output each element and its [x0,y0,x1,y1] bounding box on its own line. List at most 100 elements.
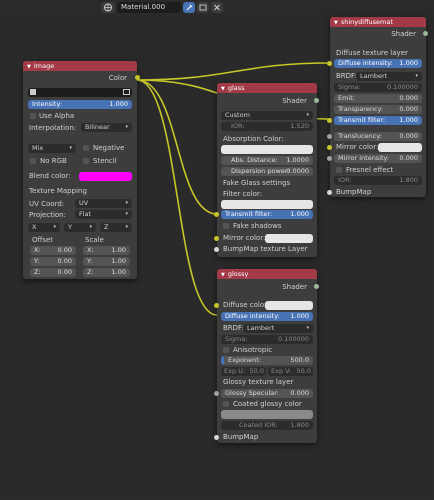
collapse-icon[interactable]: ▼ [221,86,225,92]
projection-dropdown[interactable]: Flat ▾ [75,210,132,219]
mapping-x-dropdown[interactable]: X ▾ [28,223,60,232]
blend-mode-dropdown[interactable]: Mix ▾ [28,144,76,153]
sigma-field[interactable]: Sigma: 0.100000 [334,83,422,92]
mapping-y-dropdown[interactable]: Y ▾ [64,223,96,232]
mirror-intensity-socket[interactable] [327,156,332,161]
brdf-dropdown[interactable]: Lambert ▾ [356,72,422,81]
chevron-down-icon: ▾ [53,224,56,230]
image-node[interactable]: ▼ Image Color Intensity: 1.000 Use Alpha I… [23,61,140,279]
glossy-layer-label: Glossy texture layer [223,378,294,386]
scale-x-field[interactable]: X: 1.00 [83,246,130,255]
diffuse-color-swatch[interactable] [265,301,313,310]
diffuse-intensity-slider[interactable]: Diffuse intensity: 1.000 [221,312,313,321]
offset-z-field[interactable]: Z: 0.00 [30,268,76,277]
shinydiffusemat-node-header[interactable]: ▼ shinydiffusemat [330,17,426,27]
stencil-label: Stencil [93,157,117,165]
exp-u-field[interactable]: Exp U: 50.0 [221,367,266,376]
glossy-node-header[interactable]: ▼ glossy [217,269,317,279]
diffuse-intensity-socket[interactable] [327,61,332,66]
coated-ior-field[interactable]: Coated IOR: 1.800 [221,421,313,430]
blend-color-label: Blend color: [29,172,71,180]
diffuse-layer-label: Diffuse texture layer [336,49,408,57]
color-output-label: Color [108,74,127,82]
exponent-field[interactable]: Exponent: 500.0 [221,356,313,365]
shader-output-label: Shader [282,97,307,105]
negative-checkbox[interactable] [83,145,89,151]
material-name-field[interactable]: Material.000 [117,2,181,13]
shiny-ior-field[interactable]: IOR: 1.800 [334,176,422,185]
translucency-socket[interactable] [327,134,332,139]
chevron-down-icon: ▾ [125,124,128,130]
abs-distance-field[interactable]: Abs. Distance: 1.0000 [221,156,313,165]
intensity-slider[interactable]: Intensity: 1.000 [28,100,132,109]
folder-icon[interactable] [123,89,130,95]
brdf-label: BRDF: [336,72,357,80]
uv-coord-dropdown[interactable]: UV ▾ [75,199,132,208]
glossy-specular-field[interactable]: Glossy Specular: 0.000 [221,389,313,398]
offset-y-field[interactable]: Y: 0.00 [30,257,76,266]
collapse-icon[interactable]: ▼ [334,20,338,26]
glass-node[interactable]: ▼ glass Shader Custom ▾ IOR: 1.520 Absorpti… [214,83,319,257]
exp-v-field[interactable]: Exp V: 50.0 [268,367,313,376]
diffuse-intensity-slider[interactable]: Diffuse intensity: 1.000 [334,59,422,68]
transmit-filter-slider[interactable]: Transmit filter: 1.000 [334,116,422,125]
collapse-icon[interactable]: ▼ [27,64,31,70]
texture-mapping-label: Texture Mapping [29,187,87,195]
scale-label: Scale [85,236,104,244]
glass-preset-dropdown[interactable]: Custom ▾ [221,111,313,120]
sigma-field[interactable]: Sigma: 0.100000 [221,335,313,344]
glossy-node[interactable]: ▼ glossy Shader Diffuse color: Diffuse in… [214,269,319,443]
shader-output-socket[interactable] [423,31,428,36]
glossy-specular-socket[interactable] [214,391,219,396]
emit-field[interactable]: Emit: 0.000 [334,94,422,103]
use-alpha-checkbox[interactable] [30,113,36,119]
fake-shadows-label: Fake shadows [233,222,282,230]
mirror-color-swatch[interactable] [265,234,313,243]
pin-icon[interactable] [183,2,195,13]
stencil-checkbox[interactable] [83,158,89,164]
glass-node-header[interactable]: ▼ glass [217,83,317,93]
scale-y-field[interactable]: Y: 1.00 [83,257,130,266]
interpolation-label: Interpolation: [29,124,77,132]
shader-output-socket[interactable] [314,98,319,103]
transmit-filter-socket[interactable] [214,212,219,217]
no-rgb-checkbox[interactable] [30,158,36,164]
uv-coord-label: UV Coord: [29,200,65,208]
interpolation-dropdown[interactable]: Bilinear ▾ [81,123,132,132]
dispersion-power-field[interactable]: Dispersion power: 0.0000 [221,167,313,176]
chevron-down-icon: ▾ [89,224,92,230]
bumpmap-layer-label: BumpMap texture Layer [223,245,308,253]
ior-field[interactable]: IOR: 1.520 [221,122,313,131]
fake-shadows-checkbox[interactable] [223,223,229,229]
transmit-filter-slider[interactable]: Transmit filter: 1.000 [221,210,313,219]
brdf-label: BRDF: [223,324,244,332]
chevron-down-icon: ▾ [125,211,128,217]
offset-x-field[interactable]: X: 0.00 [30,246,76,255]
image-selector[interactable] [28,88,132,97]
transparency-field[interactable]: Transparency: 0.000 [334,105,422,114]
shinydiffusemat-node[interactable]: ▼ shinydiffusemat Shader Diffuse texture … [327,17,428,197]
absorption-color-swatch[interactable] [221,145,313,154]
shader-output-socket[interactable] [314,284,319,289]
coated-checkbox[interactable] [223,401,229,407]
coated-label: Coated glossy color [233,400,302,408]
scale-z-field[interactable]: Z: 1.00 [83,268,130,277]
close-icon[interactable] [211,2,223,13]
link-color-to-glossy-diffuse [136,79,218,316]
color-output-socket[interactable] [135,75,140,80]
collapse-icon[interactable]: ▼ [221,272,225,278]
world-icon[interactable] [101,2,115,13]
anisotropic-checkbox[interactable] [223,347,229,353]
translucency-field[interactable]: Translucency: 0.000 [334,132,422,141]
fresnel-checkbox[interactable] [336,167,342,173]
mirror-intensity-field[interactable]: Mirror intensity: 0.000 [334,154,422,163]
mirror-color-swatch[interactable] [378,143,422,152]
coated-color-swatch[interactable] [221,410,313,419]
filter-color-swatch[interactable] [221,200,313,209]
brdf-dropdown[interactable]: Lambert ▾ [243,324,313,333]
image-node-header[interactable]: ▼ Image [23,61,137,71]
blend-color-swatch[interactable] [79,172,132,181]
transmit-filter-socket[interactable] [327,118,332,123]
mapping-z-dropdown[interactable]: Z ▾ [100,223,132,232]
fake-user-icon[interactable] [197,2,209,13]
